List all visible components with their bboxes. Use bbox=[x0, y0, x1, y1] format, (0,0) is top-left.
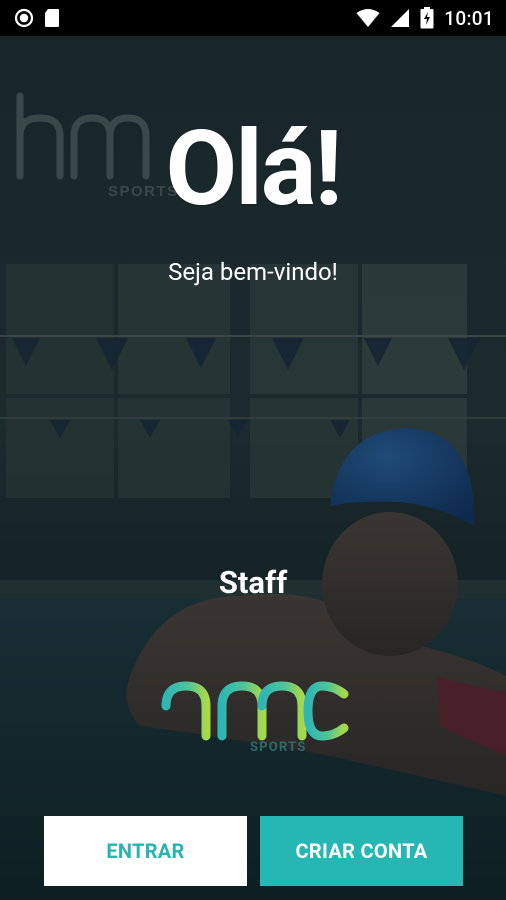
logo-subtext: SPORTS bbox=[250, 740, 307, 755]
status-right: 10:01 bbox=[356, 7, 494, 30]
app-screen: 10:01 SPORTS Olá! Seja bem-vindo! Staff … bbox=[0, 0, 506, 900]
status-bar: 10:01 bbox=[0, 0, 506, 36]
status-left bbox=[14, 8, 60, 28]
record-icon bbox=[14, 8, 34, 28]
battery-charging-icon bbox=[420, 7, 434, 29]
staff-label: Staff bbox=[218, 564, 288, 601]
login-button[interactable]: ENTRAR bbox=[44, 816, 247, 886]
status-time: 10:01 bbox=[444, 6, 494, 30]
signal-icon bbox=[391, 9, 410, 27]
sd-card-icon bbox=[45, 9, 59, 27]
welcome-subtitle: Seja bem-vindo! bbox=[168, 258, 338, 286]
greeting-title: Olá! bbox=[165, 109, 342, 230]
wifi-icon bbox=[356, 9, 380, 27]
create-account-button[interactable]: CRIAR CONTA bbox=[260, 816, 463, 886]
